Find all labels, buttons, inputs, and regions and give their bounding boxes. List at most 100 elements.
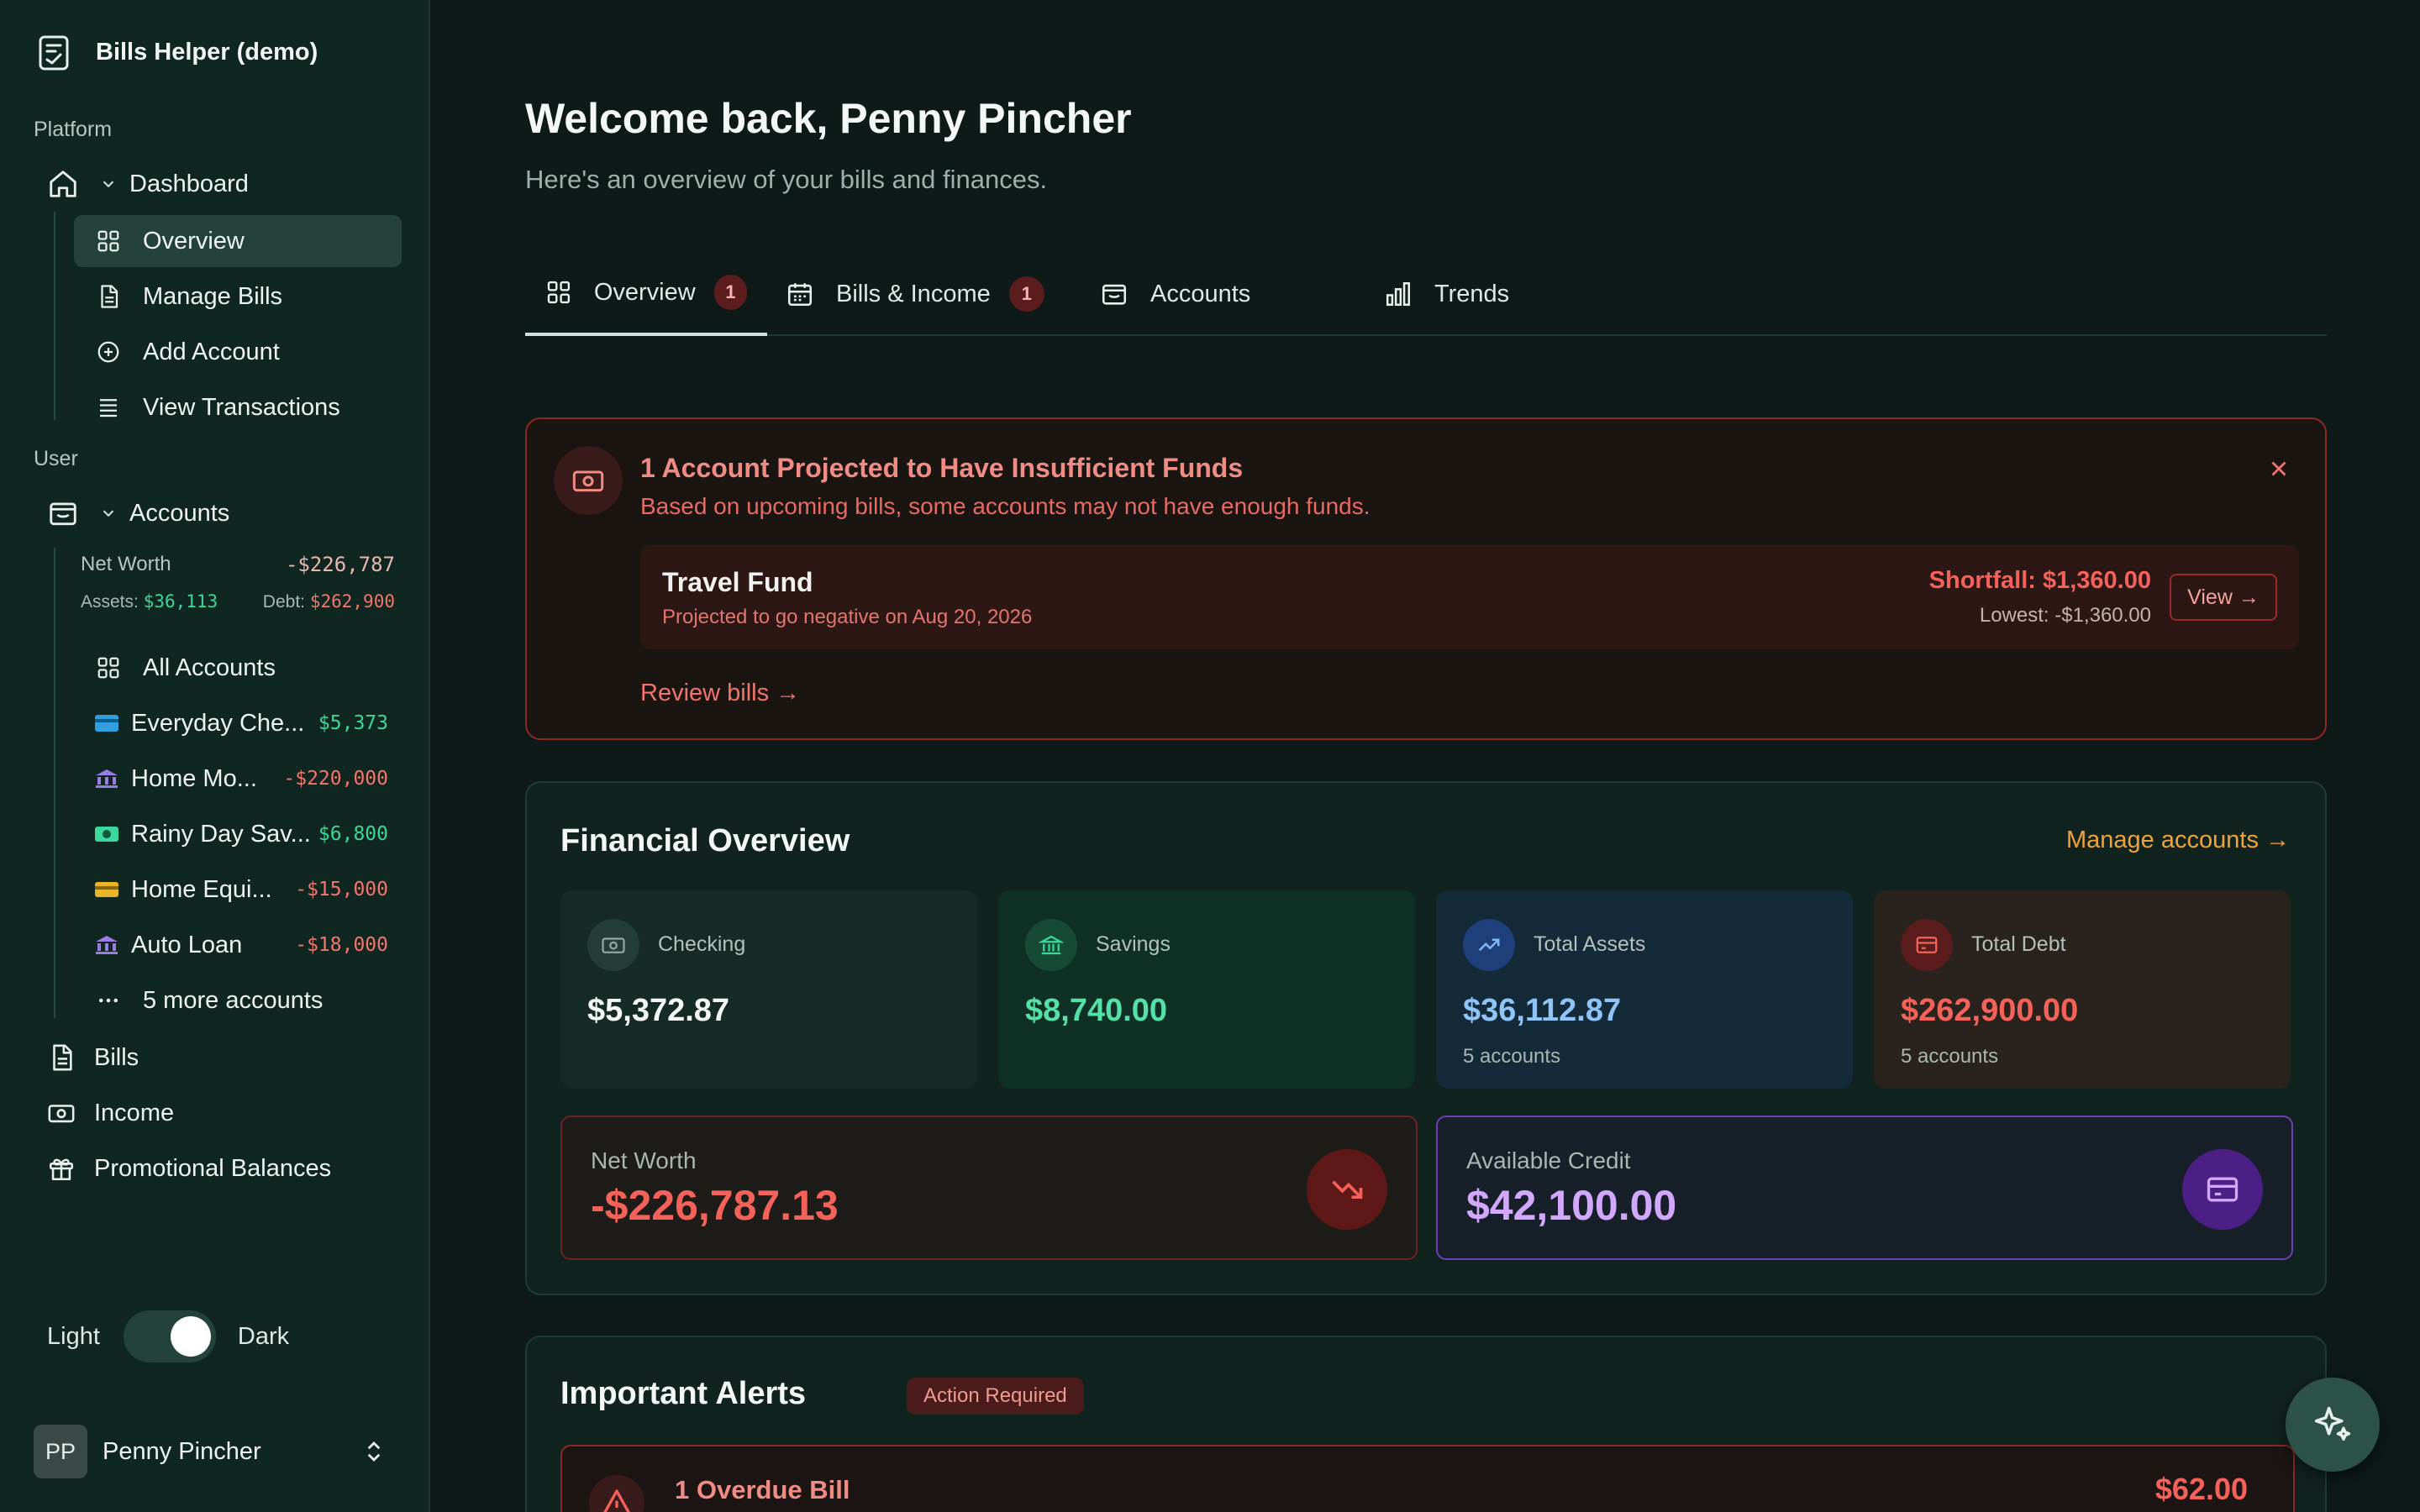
available-credit-label: Available Credit [1466, 1147, 1631, 1173]
assets-value: $36,113 [143, 591, 218, 612]
at-risk-account-name: Travel Fund [662, 567, 813, 597]
cash-icon [587, 919, 639, 971]
gift-icon [49, 1158, 74, 1181]
stat-checking: Checking $5,372.87 [560, 890, 977, 1089]
manage-accounts-link[interactable]: Manage accounts → [2066, 827, 2290, 854]
cash-icon [48, 1105, 75, 1123]
nav-dashboard[interactable]: Dashboard [47, 158, 249, 210]
list-icon [100, 399, 117, 417]
calendar-icon [787, 283, 813, 307]
nav-manage-bills-label: Manage Bills [143, 282, 283, 310]
sidebar-account-home-mortgage[interactable]: Home Mo... -$220,000 [94, 753, 388, 805]
tab-accounts-label: Accounts [1150, 280, 1251, 307]
nav-add-account[interactable]: Add Account [74, 326, 402, 378]
sidebar-account-home-equity[interactable]: Home Equi... -$15,000 [94, 864, 388, 916]
shortfall-amount: Shortfall: $1,360.00 [1928, 567, 2151, 594]
financial-overview-title: Financial Overview [560, 823, 850, 858]
nav-view-transactions-label: View Transactions [143, 393, 340, 421]
tab-trends[interactable]: Trends [1384, 252, 1509, 336]
warning-icon [589, 1475, 644, 1512]
tab-overview[interactable]: Overview 1 [525, 252, 767, 336]
ai-assistant-button[interactable] [2286, 1378, 2380, 1472]
available-credit-panel: Available Credit $42,100.00 [1436, 1116, 2293, 1260]
nav-more-accounts[interactable]: 5 more accounts [74, 974, 402, 1026]
theme-light-label: Light [47, 1322, 100, 1350]
wallet-icon [50, 502, 76, 526]
lowest-balance: Lowest: -$1,360.00 [1979, 604, 2151, 627]
nav-all-accounts-label: All Accounts [143, 654, 276, 681]
home-icon [50, 171, 76, 197]
cash-icon [572, 470, 604, 492]
account-name: Everyday Che... [131, 709, 305, 737]
sidebar-account-auto-loan[interactable]: Auto Loan -$18,000 [94, 919, 388, 971]
nav-bills[interactable]: Bills [47, 1032, 139, 1084]
tab-bills-income-label: Bills & Income [836, 280, 991, 307]
receipt-icon [39, 35, 69, 71]
stat-value: $8,740.00 [1025, 993, 1168, 1028]
view-account-button[interactable]: View → [2170, 574, 2277, 621]
user-menu[interactable]: PP Penny Pincher [34, 1425, 387, 1478]
sidebar-account-everyday-checking[interactable]: Everyday Che... $5,373 [94, 697, 388, 749]
nav-promotional-balances-label: Promotional Balances [94, 1154, 332, 1182]
tree-line [54, 212, 55, 420]
stat-total-debt: Total Debt $262,900.00 5 accounts [1874, 890, 2291, 1089]
page-title: Welcome back, Penny Pincher [525, 95, 1132, 142]
financial-overview-card: Financial Overview Manage accounts → Che… [525, 781, 2327, 1295]
sidebar: Bills Helper (demo) Platform Dashboard O… [0, 0, 430, 1512]
document-icon [101, 285, 118, 308]
nav-manage-bills[interactable]: Manage Bills [74, 270, 402, 323]
nav-all-accounts[interactable]: All Accounts [74, 642, 402, 694]
nav-overview[interactable]: Overview [74, 215, 402, 267]
alert-description: Based on upcoming bills, some accounts m… [640, 493, 1370, 519]
theme-toggle: Light Dark [47, 1310, 289, 1362]
nav-bills-label: Bills [94, 1043, 139, 1071]
nav-view-transactions[interactable]: View Transactions [74, 381, 402, 433]
cash-icon [95, 827, 118, 842]
switch-knob [170, 1316, 211, 1357]
chevron-down-icon [103, 510, 114, 517]
net-worth-panel-value: -$226,787.13 [591, 1182, 839, 1229]
wallet-icon [1102, 284, 1127, 305]
sparkles-icon [2314, 1406, 2351, 1441]
close-icon[interactable] [2266, 456, 2291, 481]
account-name: Home Mo... [131, 764, 257, 792]
account-name: Home Equi... [131, 875, 272, 903]
nav-accounts[interactable]: Accounts [47, 487, 229, 539]
tree-line [54, 548, 55, 1018]
grid-icon [547, 281, 571, 304]
nav-income[interactable]: Income [47, 1087, 174, 1139]
tab-bills-income[interactable]: Bills & Income 1 [786, 252, 1044, 336]
tab-accounts[interactable]: Accounts [1100, 252, 1250, 336]
overdue-amount: $62.00 [2154, 1472, 2248, 1506]
stat-sub: 5 accounts [1901, 1045, 1999, 1068]
grid-icon [97, 230, 119, 252]
trending-up-icon [1463, 919, 1515, 971]
assets-label: Assets: [81, 592, 139, 612]
nav-more-accounts-label: 5 more accounts [143, 986, 324, 1014]
ellipsis-icon [99, 998, 118, 1003]
sidebar-account-rainy-day-savings[interactable]: Rainy Day Sav... $6,800 [94, 808, 388, 860]
stat-value: $262,900.00 [1901, 993, 2079, 1028]
stat-label: Total Assets [1534, 932, 1646, 956]
stat-value: $5,372.87 [587, 993, 730, 1028]
brand[interactable]: Bills Helper (demo) [34, 32, 318, 72]
net-worth-panel-label: Net Worth [591, 1147, 697, 1173]
app-title: Bills Helper (demo) [96, 38, 318, 66]
nav-promotional-balances[interactable]: Promotional Balances [47, 1142, 331, 1194]
insufficient-funds-alert: 1 Account Projected to Have Insufficient… [525, 417, 2327, 740]
user-section-label: User [34, 447, 78, 470]
sidebar-net-worth: Net Worth -$226,787 Assets: $36,113 Debt… [81, 553, 395, 612]
overdue-bill-alert[interactable]: 1 Overdue Bill $62.00 [560, 1445, 2295, 1512]
tab-overview-label: Overview [593, 278, 696, 306]
user-name: Penny Pincher [103, 1437, 261, 1465]
debt-summary: Debt: $262,900 [263, 591, 395, 612]
document-icon [53, 1044, 72, 1071]
theme-switch[interactable] [123, 1310, 216, 1362]
debt-value: $262,900 [309, 591, 395, 612]
stat-label: Total Debt [1971, 932, 2066, 956]
review-bills-link[interactable]: Review bills → [640, 680, 800, 707]
chevrons-up-down-icon [367, 1441, 381, 1462]
nav-overview-label: Overview [143, 227, 245, 255]
debt-label: Debt: [262, 592, 305, 612]
stat-sub: 5 accounts [1463, 1045, 1561, 1068]
